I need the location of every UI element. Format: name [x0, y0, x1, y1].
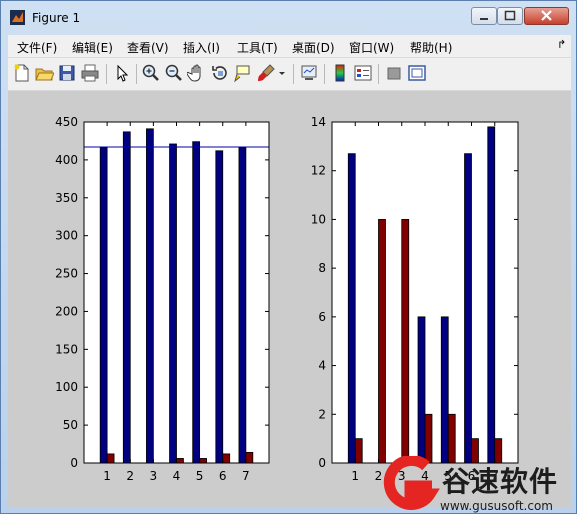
menu-bar: 文件(F) 编辑(E) 查看(V) 插入(I) 工具(T) 桌面(D) 窗口(W… [8, 35, 571, 57]
y-tick-label: 350 [55, 191, 78, 205]
bar-s1-7 [487, 126, 496, 464]
rotate-3d-icon[interactable] [210, 63, 230, 83]
bar-s2-3 [401, 219, 410, 464]
x-tick-label: 3 [150, 469, 158, 483]
show-plot-tools-icon[interactable] [407, 63, 427, 83]
open-file-icon[interactable] [34, 63, 54, 83]
maximize-icon [504, 10, 516, 21]
maximize-button[interactable] [497, 7, 523, 25]
toolbar-separator [293, 64, 294, 84]
menu-file[interactable]: 文件(F) [17, 39, 57, 56]
bar-s2-4 [176, 458, 184, 464]
menu-desktop[interactable]: 桌面(D) [292, 39, 335, 56]
toolbar-separator [378, 64, 379, 84]
zoom-out-icon[interactable] [164, 63, 184, 83]
menu-edit[interactable]: 编辑(E) [72, 39, 113, 56]
menu-insert[interactable]: 插入(I) [183, 39, 220, 56]
bar-s2-6 [222, 453, 231, 464]
y-tick-label: 300 [55, 229, 78, 243]
zoom-in-icon[interactable] [141, 63, 161, 83]
toolbar-separator [136, 64, 137, 84]
bar-s2-5 [199, 458, 207, 464]
bar-s2-2 [378, 219, 386, 464]
print-icon[interactable] [80, 63, 100, 83]
figure-canvas: 0 50 100 150 200 250 300 350 400 450 1 2 3 4 5 6 7 0 2 4 6 8 1… [8, 91, 571, 507]
bar-s1-5 [192, 141, 201, 464]
close-icon [541, 10, 552, 21]
bar-s1-1 [347, 153, 356, 464]
minimize-button[interactable] [471, 7, 497, 25]
watermark-brand: 谷速软件 [442, 465, 559, 498]
x-tick-label: 1 [351, 469, 359, 483]
y-tick-label: 8 [318, 261, 326, 275]
watermark-g-icon [383, 456, 440, 510]
y-tick-label: 450 [55, 115, 78, 129]
x-tick-label: 5 [196, 469, 204, 483]
link-plot-icon[interactable] [299, 63, 319, 83]
y-tick-label: 200 [55, 304, 78, 318]
menu-help[interactable]: 帮助(H) [410, 39, 452, 56]
y-tick-label: 10 [311, 212, 326, 226]
x-tick-label: 7 [242, 469, 250, 483]
bar-s2-7 [245, 451, 254, 464]
brush-dropdown-icon[interactable] [276, 63, 288, 83]
axes-2: 024681012141 2 3 4 5 6 7 [311, 115, 519, 483]
bar-s1-4 [417, 316, 426, 464]
toolbar-separator [106, 64, 107, 84]
edit-plot-arrow-icon[interactable] [112, 63, 132, 83]
figure-toolbar [8, 58, 571, 91]
bar-s1-5 [440, 316, 449, 464]
menu-tools[interactable]: 工具(T) [237, 39, 278, 56]
bar-s1-6 [215, 150, 224, 464]
minimize-icon [480, 18, 488, 20]
brush-icon[interactable] [256, 63, 276, 83]
y-tick-label: 50 [63, 418, 78, 432]
menu-window[interactable]: 窗口(W) [349, 39, 394, 56]
y-tick-label: 150 [55, 342, 78, 356]
bar-s2-1 [354, 438, 363, 464]
y-tick-label: 6 [318, 310, 326, 324]
y-tick-label: 14 [311, 115, 326, 129]
dock-arrow-icon[interactable]: ↱ [557, 38, 566, 51]
y-tick-label: 12 [311, 164, 326, 178]
y-tick-label: 100 [55, 380, 78, 394]
insert-legend-icon[interactable] [353, 63, 373, 83]
y-tick-label: 400 [55, 153, 78, 167]
y-tick-label: 2 [318, 407, 326, 421]
y-tick-label: 0 [318, 456, 326, 470]
save-icon[interactable] [57, 63, 77, 83]
bar-s2-1 [106, 453, 115, 464]
x-tick-label: 1 [103, 469, 111, 483]
x-tick-label: 2 [126, 469, 134, 483]
y-tick-label: 4 [318, 359, 326, 373]
close-button[interactable] [524, 7, 569, 25]
bar-s1-3 [146, 128, 154, 464]
bar-s1-1 [99, 147, 108, 464]
menu-view[interactable]: 查看(V) [127, 39, 169, 56]
bar-s1-7 [238, 147, 247, 464]
y-tick-label: 250 [55, 267, 78, 281]
x-tick-label: 4 [173, 469, 181, 483]
bar-s1-4 [169, 143, 177, 464]
watermark-url: www.gususoft.com [440, 499, 553, 513]
hide-plot-tools-icon[interactable] [384, 63, 404, 83]
watermark-logo: 谷速软件 www.gususoft.com [380, 456, 577, 514]
matlab-logo-icon [10, 10, 25, 25]
window-title: Figure 1 [32, 11, 81, 25]
axes-1: 0 50 100 150 200 250 300 350 400 450 1 2 3 4 5 6 7 [55, 115, 270, 483]
new-figure-icon[interactable] [12, 63, 32, 83]
title-bar[interactable]: Figure 1 [1, 1, 576, 35]
y-tick-label: 0 [70, 456, 78, 470]
bar-s1-2 [122, 131, 131, 464]
pan-hand-icon[interactable] [187, 63, 207, 83]
bar-s1-6 [464, 153, 472, 464]
toolbar-separator [324, 64, 325, 84]
figure-plots: 0501001502002503003504004501 2 3 4 5 6 7024681… [55, 115, 519, 483]
insert-colorbar-icon[interactable] [330, 63, 350, 83]
x-tick-label: 6 [219, 469, 227, 483]
figure-window: Figure 1 文件(F) 编辑(E) 查看(V) 插入(I) 工具(T) 桌… [0, 0, 577, 514]
data-cursor-icon[interactable] [233, 63, 253, 83]
